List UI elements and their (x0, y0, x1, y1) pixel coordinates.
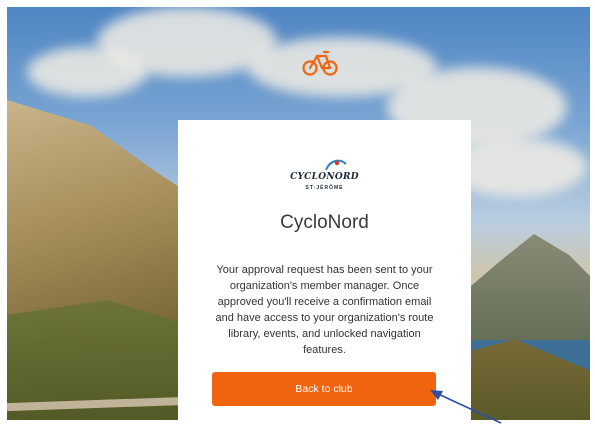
logo-swoosh-icon (324, 159, 347, 171)
approval-message: Your approval request has been sent to y… (215, 264, 434, 356)
approval-card: CYCLONORD ST-JÉRÔME CycloNord Your appro… (178, 120, 471, 425)
bicycle-icon (302, 50, 338, 76)
arrow-icon (430, 390, 502, 424)
club-logo: CYCLONORD ST-JÉRÔME (178, 158, 471, 191)
logo-text: CYCLONORD (290, 172, 359, 182)
mountain-right (450, 234, 590, 360)
logo-subtext: ST-JÉRÔME (305, 185, 344, 191)
back-to-club-button[interactable]: Back to club (212, 372, 436, 406)
cloud (27, 47, 147, 97)
club-name-heading: CycloNord (280, 212, 369, 233)
